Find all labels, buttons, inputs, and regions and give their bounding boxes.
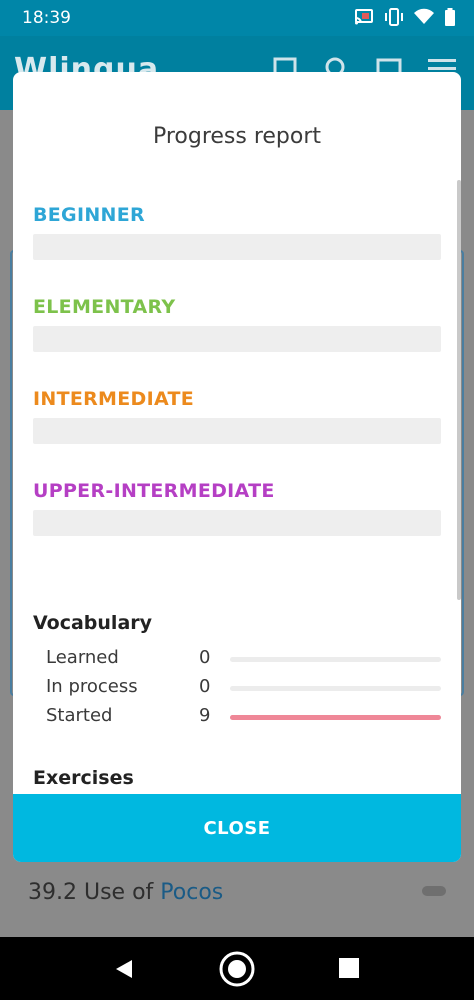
wifi-icon bbox=[414, 8, 434, 24]
level-intermediate: INTERMEDIATE bbox=[33, 388, 441, 444]
back-icon[interactable] bbox=[112, 957, 136, 981]
status-time: 18:39 bbox=[22, 8, 71, 28]
vocab-row-started: Started 9 bbox=[46, 705, 441, 729]
exercises-title: Exercises bbox=[33, 767, 134, 789]
level-label: UPPER-INTERMEDIATE bbox=[33, 480, 275, 502]
stat-progress-fill bbox=[230, 715, 441, 720]
level-progress-bar bbox=[33, 234, 441, 260]
stat-progress-track bbox=[230, 686, 441, 691]
status-icons bbox=[354, 8, 456, 26]
dialog-scrollbar[interactable] bbox=[457, 180, 461, 600]
vocab-row-learned: Learned 0 bbox=[46, 647, 441, 671]
battery-icon bbox=[445, 8, 455, 26]
stat-label: In process bbox=[46, 676, 138, 697]
lesson-status-pill bbox=[422, 886, 446, 896]
vibrate-icon bbox=[385, 8, 403, 26]
lesson-row[interactable]: 39.2 Use of Pocos bbox=[28, 880, 223, 905]
lesson-link[interactable]: Pocos bbox=[160, 880, 223, 905]
status-bar: 18:39 bbox=[0, 0, 474, 36]
lesson-number: 39.2 bbox=[28, 880, 77, 905]
dialog-title: Progress report bbox=[152, 124, 322, 149]
close-button[interactable]: CLOSE bbox=[13, 794, 461, 862]
vocab-row-in-process: In process 0 bbox=[46, 676, 441, 700]
level-elementary: ELEMENTARY bbox=[33, 296, 441, 352]
stat-progress-track bbox=[230, 715, 441, 720]
stat-value: 0 bbox=[199, 676, 211, 697]
stat-label: Started bbox=[46, 705, 113, 726]
vocabulary-title: Vocabulary bbox=[33, 612, 153, 634]
progress-report-dialog: Progress report BEGINNER ELEMENTARY INTE… bbox=[13, 72, 461, 862]
level-progress-bar bbox=[33, 510, 441, 536]
cast-icon bbox=[355, 9, 373, 25]
level-beginner: BEGINNER bbox=[33, 204, 441, 260]
navigation-bar bbox=[0, 937, 474, 1000]
lesson-text: Use of bbox=[83, 880, 154, 905]
level-label: INTERMEDIATE bbox=[33, 388, 195, 410]
recents-icon[interactable] bbox=[339, 958, 359, 978]
stat-value: 9 bbox=[199, 705, 211, 726]
level-label: ELEMENTARY bbox=[33, 296, 176, 318]
level-label: BEGINNER bbox=[33, 204, 145, 226]
level-progress-bar bbox=[33, 418, 441, 444]
level-upper-intermediate: UPPER-INTERMEDIATE bbox=[33, 480, 441, 536]
home-icon[interactable] bbox=[218, 950, 256, 988]
level-progress-bar bbox=[33, 326, 441, 352]
stat-value: 0 bbox=[199, 647, 211, 668]
stat-label: Learned bbox=[46, 647, 119, 668]
stat-progress-track bbox=[230, 657, 441, 662]
